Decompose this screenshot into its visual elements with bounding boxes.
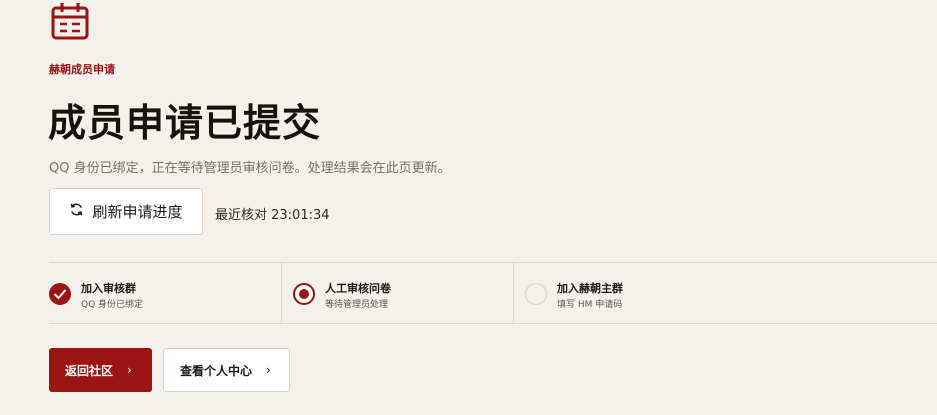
step-title: 加入赫朝主群 [557, 282, 623, 295]
step-subtitle: 等待管理员处理 [325, 300, 389, 310]
chevron-right-icon: › [127, 363, 132, 377]
profile-button-label: 查看个人中心 [180, 363, 253, 378]
step-pending-icon [525, 283, 547, 305]
step-title: 人工审核问卷 [325, 282, 391, 295]
page-title: 成员申请已提交 [48, 101, 322, 145]
last-check-time: 最近核对 23:01:34 [215, 208, 330, 223]
back-to-community-button[interactable]: 返回社区 › [49, 348, 152, 392]
step-join-review-group: 加入审核群 QQ 身份已绑定 [49, 263, 281, 323]
back-button-label: 返回社区 [65, 363, 114, 378]
chevron-right-icon: › [266, 363, 271, 377]
step-subtitle: 填写 HM 申请码 [557, 300, 623, 310]
refresh-icon [69, 202, 84, 221]
page-description: QQ 身份已绑定，正在等待管理员审核问卷。处理结果会在此页更新。 [49, 161, 451, 176]
progress-steps: 加入审核群 QQ 身份已绑定 人工审核问卷 等待管理员处理 加入赫朝主群 填写 … [49, 262, 937, 324]
step-subtitle: QQ 身份已绑定 [81, 300, 144, 310]
calendar-icon [51, 3, 89, 40]
view-profile-button[interactable]: 查看个人中心 › [163, 348, 290, 392]
page-eyebrow: 赫朝成员申请 [49, 63, 115, 76]
refresh-progress-button[interactable]: 刷新申请进度 [49, 188, 203, 235]
step-active-icon [293, 283, 315, 305]
step-title: 加入审核群 [81, 282, 136, 295]
refresh-button-label: 刷新申请进度 [92, 203, 183, 221]
step-manual-review: 人工审核问卷 等待管理员处理 [281, 263, 513, 323]
step-done-icon [49, 283, 71, 305]
step-join-main-group: 加入赫朝主群 填写 HM 申请码 [513, 263, 937, 323]
